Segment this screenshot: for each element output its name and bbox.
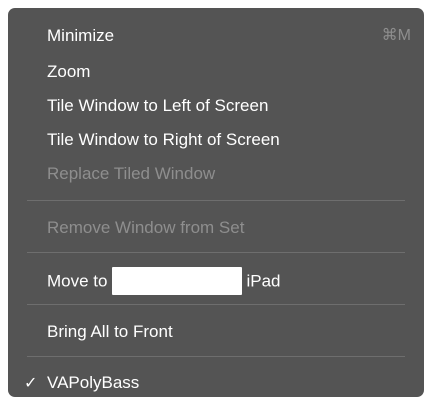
- device-name-field: [112, 267, 243, 295]
- menu-item-replace-tiled: Replace Tiled Window: [8, 161, 424, 187]
- menu-item-minimize[interactable]: Minimize ⌘M: [8, 23, 424, 49]
- menu-item-remove-from-set: Remove Window from Set: [8, 215, 424, 241]
- menu-item-bring-all-to-front[interactable]: Bring All to Front: [8, 319, 424, 345]
- keyboard-shortcut: ⌘M: [381, 27, 411, 44]
- menu-item-label: Minimize: [47, 26, 115, 45]
- menu-separator: [27, 356, 405, 357]
- device-label: iPad: [246, 271, 281, 291]
- menu-separator: [27, 252, 405, 253]
- menu-item-label: Tile Window to Right of Screen: [47, 130, 280, 149]
- menu-item-zoom[interactable]: Zoom: [8, 59, 424, 85]
- menu-item-label: Move to: [47, 271, 108, 291]
- menu-item-tile-left[interactable]: Tile Window to Left of Screen: [8, 93, 424, 119]
- menu-item-label: Bring All to Front: [47, 322, 173, 341]
- window-menu: Minimize ⌘M Zoom Tile Window to Left of …: [8, 8, 424, 397]
- menu-item-label: Replace Tiled Window: [47, 164, 216, 183]
- menu-item-move-to-device[interactable]: Move to iPad: [8, 267, 424, 295]
- menu-item-label: Tile Window to Left of Screen: [47, 96, 269, 115]
- menu-item-label: Remove Window from Set: [47, 218, 245, 237]
- menu-item-window-vapolybass[interactable]: ✓ VAPolyBass: [8, 370, 424, 396]
- menu-item-label: VAPolyBass: [47, 373, 140, 392]
- menu-separator: [27, 200, 405, 201]
- checkmark-icon: ✓: [24, 373, 38, 392]
- menu-separator: [27, 304, 405, 305]
- menu-item-tile-right[interactable]: Tile Window to Right of Screen: [8, 127, 424, 153]
- menu-item-label: Zoom: [47, 62, 91, 81]
